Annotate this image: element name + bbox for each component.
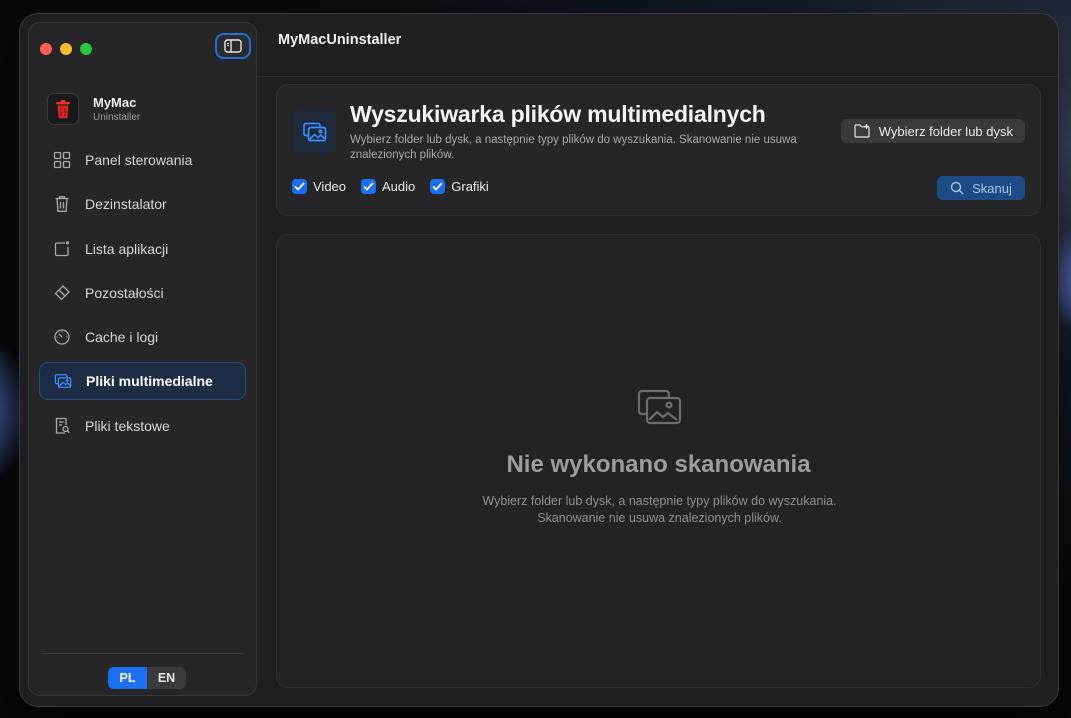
sidebar-item-pliki-tekstowe[interactable]: Pliki tekstowe [39,407,246,445]
eraser-icon [53,284,71,302]
filter-label: Video [313,179,347,194]
folder-add-icon [854,124,871,138]
app-list-icon [53,240,71,258]
file-type-filters: Video Audio Grafiki [292,179,504,194]
grid-icon [53,151,71,169]
photos-icon [293,110,336,153]
checkmark-icon [292,179,307,194]
choose-folder-label: Wybierz folder lub dysk [878,123,1013,139]
sidebar-item-label: Dezinstalator [85,196,167,213]
sidebar-item-pozostalosci[interactable]: Pozostałości [39,274,246,312]
sidebar-item-label: Pliki tekstowe [85,417,170,434]
sidebar-item-lista-aplikacji[interactable]: Lista aplikacji [39,230,246,268]
brand-name: MyMac [93,95,137,110]
language-switcher: PL EN [108,667,186,689]
choose-folder-button[interactable]: Wybierz folder lub dysk [840,119,1025,143]
brand: MyMac Uninstaller [47,93,140,125]
sidebar-item-panel-sterowania[interactable]: Panel sterowania [39,141,246,179]
scan-button-label: Skanuj [972,180,1012,196]
sidebar-nav: Panel sterowania Dezinstalator Lista apl… [39,141,246,451]
zoom-window-button[interactable] [80,43,92,55]
photos-placeholder-icon [636,387,684,432]
scan-button[interactable]: Skanuj [937,176,1025,200]
language-pl-button[interactable]: PL [108,667,147,689]
trash-logo-icon [47,93,79,125]
filter-grafiki-checkbox[interactable]: Grafiki [430,179,489,194]
sidebar-item-label: Pliki multimedialne [86,373,213,390]
empty-state-description: Wybierz folder lub dysk, a następnie typ… [482,494,837,525]
sidebar-toggle-icon [224,39,242,53]
filter-video-checkbox[interactable]: Video [292,179,346,194]
close-window-button[interactable] [40,43,52,55]
results-panel: Nie wykonano skanowania Wybierz folder l… [276,234,1041,688]
page-description: Wybierz folder lub dysk, a następnie typ… [350,134,797,161]
photos-icon [54,372,72,390]
sidebar-item-cache-i-logi[interactable]: Cache i logi [39,318,246,356]
window-controls [40,43,92,55]
gauge-icon [53,328,71,346]
brand-subtitle: Uninstaller [93,112,141,123]
sidebar-divider [41,653,244,654]
filter-label: Grafiki [451,179,489,194]
document-search-icon [53,417,71,435]
title-divider [257,76,1058,77]
checkmark-icon [361,179,377,194]
sidebar: MyMac Uninstaller Panel sterowania Dezin… [28,22,257,696]
search-icon [950,181,964,195]
sidebar-item-label: Cache i logi [85,329,159,346]
sidebar-item-pliki-multimedialne[interactable]: Pliki multimedialne [39,362,246,401]
page-title: Wyszukiwarka plików multimedialnych [350,101,766,127]
filter-audio-checkbox[interactable]: Audio [361,179,415,194]
window-title: MyMacUninstaller [278,32,402,48]
media-search-header: Wyszukiwarka plików multimedialnych Wybi… [276,84,1041,216]
app-window: MyMac Uninstaller Panel sterowania Dezin… [20,14,1058,706]
sidebar-item-label: Panel sterowania [85,152,193,168]
sidebar-item-label: Pozostałości [85,284,164,301]
trash-icon [53,195,71,213]
language-en-button[interactable]: EN [147,667,186,689]
checkmark-icon [430,179,446,194]
sidebar-item-label: Lista aplikacji [85,240,169,257]
empty-state-title: Nie wykonano skanowania [506,451,811,478]
minimize-window-button[interactable] [60,43,72,55]
sidebar-toggle-button[interactable] [215,33,251,59]
sidebar-item-dezinstalator[interactable]: Dezinstalator [39,185,246,223]
filter-label: Audio [382,179,416,194]
